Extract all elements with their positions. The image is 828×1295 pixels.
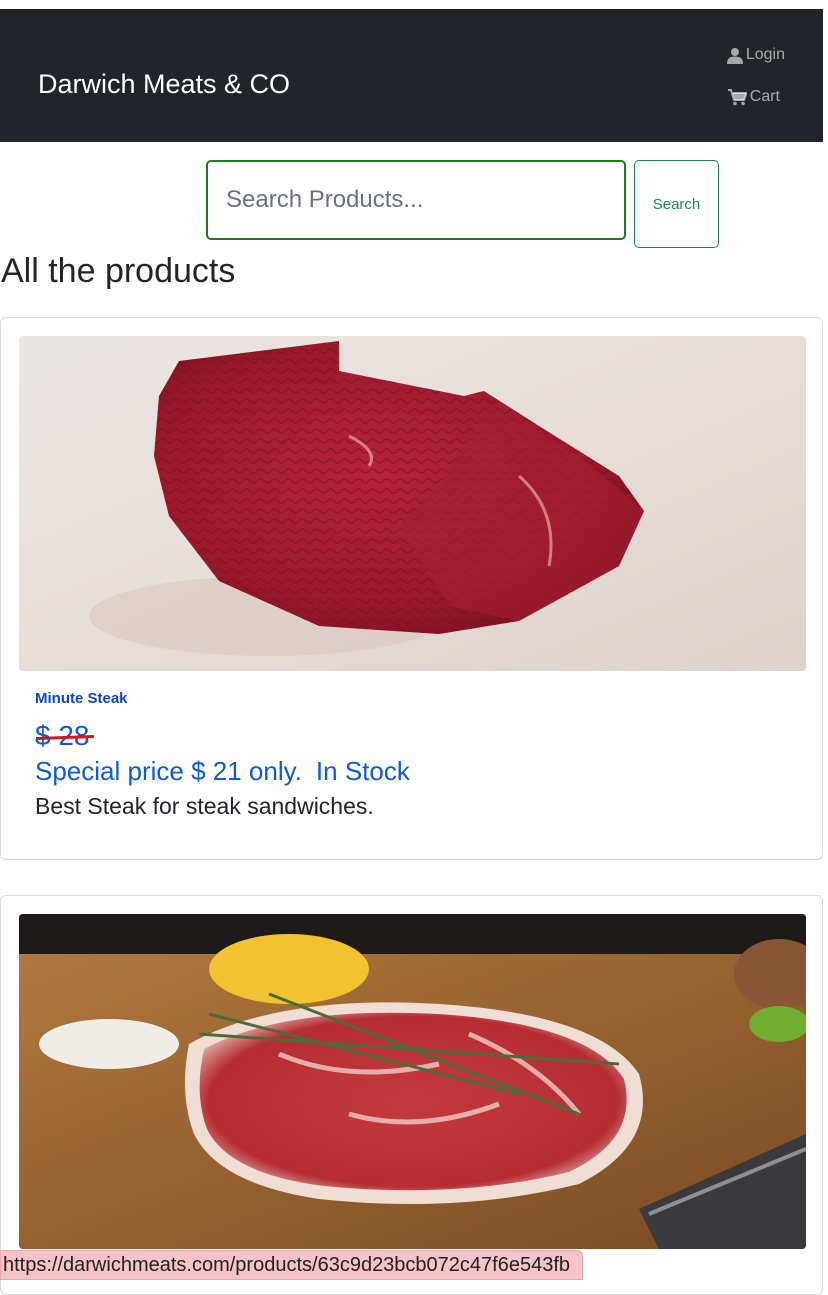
product-card[interactable] [0,895,823,1295]
brand-title[interactable]: Darwich Meats & CO [38,67,290,101]
shopping-cart-icon [727,88,747,106]
special-price: Special price $ 21 only. [35,756,302,786]
login-link[interactable]: Login [726,45,785,65]
product-image[interactable] [19,914,806,1249]
page-title: All the products [1,252,236,290]
product-description: Best Steak for steak sandwiches. [35,793,374,819]
product-image[interactable] [19,336,806,671]
top-navbar: Darwich Meats & CO Login Cart [0,9,823,142]
login-label: Login [745,46,785,63]
search-input[interactable] [206,160,626,240]
search-button[interactable]: Search [634,160,719,248]
stock-status: In Stock [315,756,410,786]
product-name[interactable]: Minute Steak [35,690,128,707]
cart-link[interactable]: Cart [727,87,780,107]
special-price-line: Special price $ 21 only. In Stock [35,756,410,787]
cart-label: Cart [749,88,780,105]
user-icon [726,47,743,64]
status-bar-url: https://darwichmeats.com/products/63c9d2… [0,1250,584,1280]
